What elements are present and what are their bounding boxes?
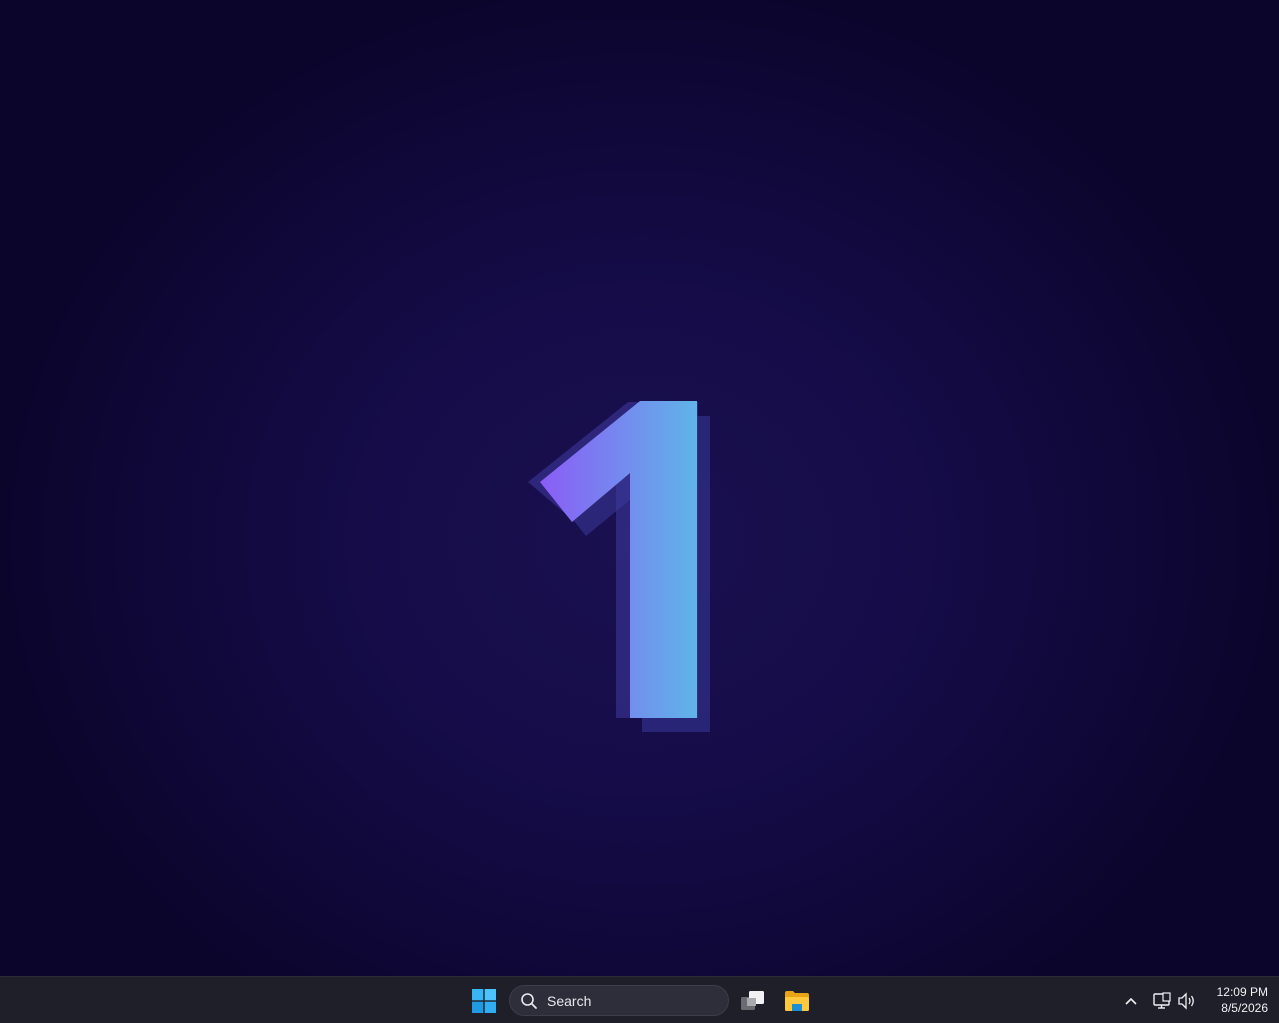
wallpaper-number-one-graphic: [528, 401, 710, 732]
network-icon: [1153, 992, 1171, 1009]
start-button[interactable]: [466, 983, 502, 1019]
volume-button[interactable]: [1176, 990, 1198, 1012]
search-placeholder: Search: [547, 992, 592, 1009]
volume-icon: [1178, 992, 1194, 1010]
task-view-icon: [741, 991, 764, 1010]
task-view-button[interactable]: [735, 983, 771, 1019]
chevron-up-icon: [1125, 997, 1137, 1005]
clock-time: 12:09 PM: [1216, 985, 1268, 999]
search-box[interactable]: Search: [509, 985, 729, 1016]
file-explorer-button[interactable]: [779, 983, 815, 1019]
taskbar: Search 12:09 PM 8/5/2026: [0, 976, 1279, 1023]
clock-date: 8/5/2026: [1221, 1001, 1268, 1015]
folder-icon: [785, 991, 809, 1011]
desktop[interactable]: [0, 0, 1279, 976]
network-button[interactable]: [1151, 990, 1173, 1012]
search-icon: [520, 992, 538, 1010]
show-hidden-icons-button[interactable]: [1120, 990, 1142, 1012]
windows-logo-icon: [472, 989, 496, 1013]
clock[interactable]: 12:09 PM 8/5/2026: [1204, 984, 1268, 1016]
